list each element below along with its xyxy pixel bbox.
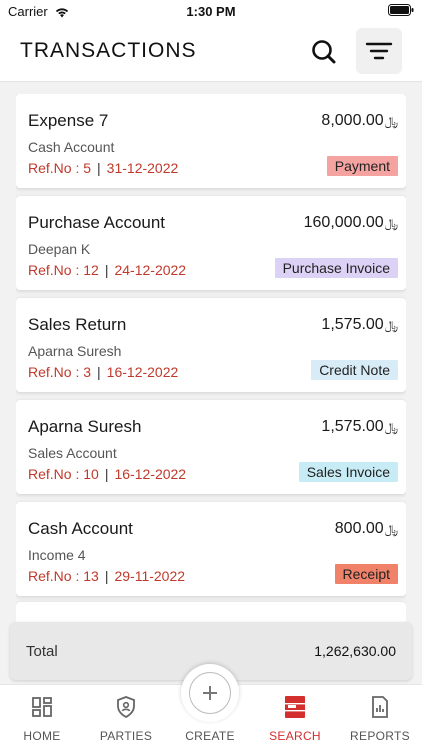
ref-number: Ref.No : 12: [28, 262, 99, 278]
filter-icon: [365, 42, 393, 60]
transaction-ref: Ref.No : 13 | 29-11-2022: [28, 568, 186, 584]
transaction-account: Deepan K: [28, 241, 91, 257]
battery-icon: [388, 4, 414, 19]
status-time: 1:30 PM: [186, 4, 236, 19]
currency-symbol: ﷼: [384, 216, 398, 230]
transaction-card[interactable]: Sales Return 1,575.00 ﷼ Aparna Suresh Ref…: [16, 298, 406, 392]
tab-home[interactable]: HOME: [0, 685, 84, 750]
currency-symbol: ﷼: [384, 114, 398, 128]
page-title: TRANSACTIONS: [20, 39, 197, 62]
create-button-ring: [189, 672, 231, 714]
transaction-account: Aparna Suresh: [28, 343, 122, 359]
transaction-amount: 160,000.00 ﷼: [304, 214, 398, 232]
tab-label: CREATE: [185, 729, 235, 743]
transaction-card[interactable]: Expense 7 8,000.00 ﷼ Cash Account Ref.No …: [16, 94, 406, 188]
transaction-account: Income 4: [28, 547, 86, 563]
transaction-date: 29-11-2022: [114, 568, 186, 584]
transaction-date: 16-12-2022: [106, 364, 179, 380]
total-label: Total: [26, 643, 58, 660]
search-list-icon: [285, 696, 305, 718]
transaction-ref: Ref.No : 3 | 16-12-2022: [28, 364, 179, 380]
tab-label: REPORTS: [350, 729, 410, 743]
transaction-date: 31-12-2022: [106, 160, 179, 176]
filter-button[interactable]: [356, 28, 402, 74]
currency-symbol: ﷼: [384, 420, 398, 434]
transaction-card[interactable]: Cash Account 800.00 ﷼ Income 4 Ref.No : 1…: [16, 502, 406, 596]
ref-number: Ref.No : 5: [28, 160, 92, 176]
currency-symbol: ﷼: [384, 318, 398, 332]
transaction-title: Sales Return: [28, 315, 127, 334]
amount-value: 800.00: [334, 520, 384, 537]
search-icon: [312, 40, 336, 64]
transaction-ref: Ref.No : 5 | 31-12-2022: [28, 160, 179, 176]
transaction-card[interactable]: Purchase Account 160,000.00 ﷼ Deepan K Re…: [16, 196, 406, 290]
transaction-ref: Ref.No : 10 | 16-12-2022: [28, 466, 187, 482]
type-badge: Receipt: [334, 564, 398, 584]
transaction-amount: 1,575.00 ﷼: [321, 316, 398, 334]
tab-search[interactable]: SEARCH: [253, 685, 337, 750]
shield-user-icon: [117, 696, 135, 719]
type-badge: Payment: [326, 156, 398, 176]
total-value: 1,262,630.00: [314, 643, 396, 659]
type-badge: Sales Invoice: [298, 462, 398, 482]
transaction-card[interactable]: Aparna Suresh 1,575.00 ﷼ Sales Account Re…: [16, 400, 406, 494]
transaction-title: Expense 7: [28, 111, 109, 130]
ref-number: Ref.No : 13: [28, 568, 99, 584]
create-button[interactable]: [181, 664, 239, 722]
amount-value: 160,000.00: [303, 214, 384, 231]
report-icon: [372, 696, 388, 718]
app-header: TRANSACTIONS: [0, 22, 422, 82]
transaction-account: Sales Account: [28, 445, 117, 461]
transaction-amount: 1,575.00 ﷼: [321, 418, 398, 436]
transaction-amount: 800.00 ﷼: [335, 520, 398, 538]
plus-icon: [203, 686, 217, 700]
tab-label: HOME: [23, 729, 61, 743]
transaction-amount: 8,000.00 ﷼: [321, 112, 398, 130]
transaction-title: Cash Account: [28, 519, 133, 538]
currency-symbol: ﷼: [384, 522, 398, 536]
tab-parties[interactable]: PARTIES: [84, 685, 168, 750]
ref-number: Ref.No : 3: [28, 364, 92, 380]
status-bar: Carrier 1:30 PM: [0, 0, 422, 22]
transaction-date: 16-12-2022: [114, 466, 187, 482]
home-grid-icon: [32, 697, 52, 717]
tab-label: PARTIES: [99, 729, 153, 743]
type-badge: Credit Note: [311, 360, 398, 380]
amount-value: 8,000.00: [321, 112, 384, 129]
transaction-title: Purchase Account: [28, 213, 166, 232]
transaction-ref: Ref.No : 12 | 24-12-2022: [28, 262, 187, 278]
type-badge: Purchase Invoice: [274, 258, 398, 278]
transaction-date: 24-12-2022: [114, 262, 187, 278]
transaction-title: Aparna Suresh: [28, 417, 142, 436]
transaction-card-partial[interactable]: [16, 602, 406, 622]
tab-label: SEARCH: [269, 729, 321, 743]
ref-number: Ref.No : 10: [28, 466, 99, 482]
tab-reports[interactable]: REPORTS: [338, 685, 422, 750]
transaction-list[interactable]: Expense 7 8,000.00 ﷼ Cash Account Ref.No …: [16, 94, 406, 622]
search-button[interactable]: [308, 36, 340, 68]
amount-value: 1,575.00: [321, 316, 384, 333]
amount-value: 1,575.00: [321, 418, 384, 435]
transaction-account: Cash Account: [28, 139, 115, 155]
